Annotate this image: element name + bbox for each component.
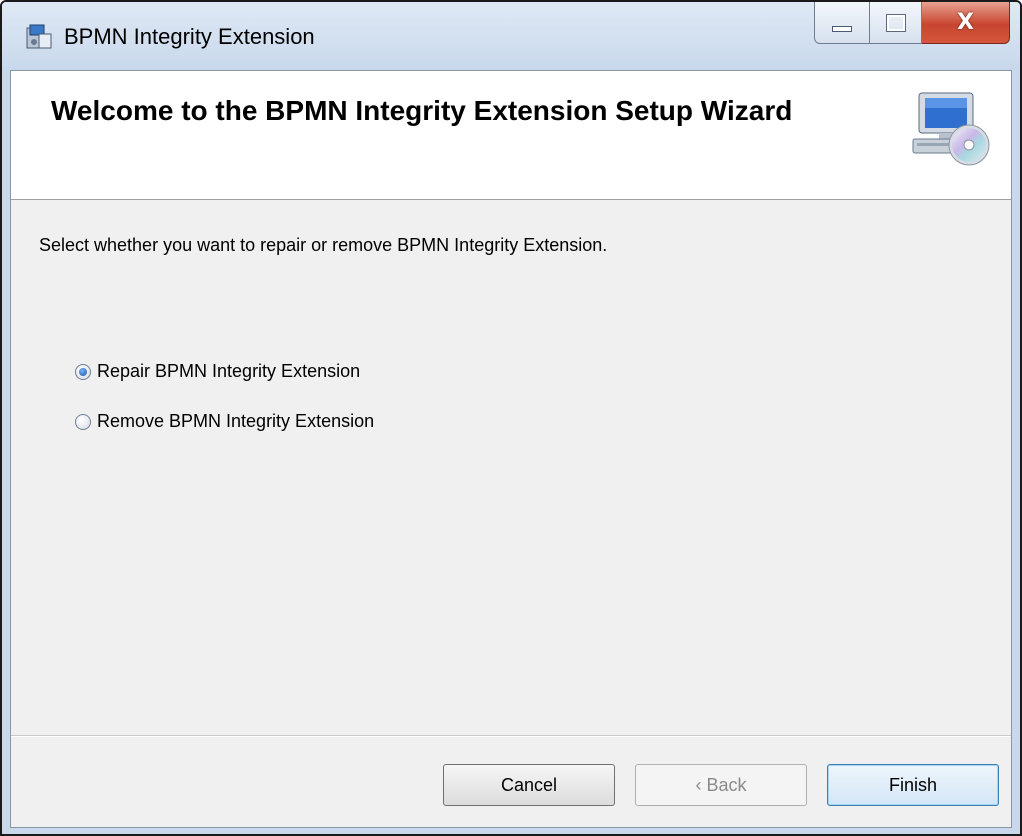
instruction-text: Select whether you want to repair or rem… [39, 235, 608, 255]
repair-option-label: Repair BPMN Integrity Extension [97, 361, 361, 381]
back-button[interactable]: ‹ Back [635, 764, 807, 806]
caption-buttons: X [814, 2, 1010, 46]
close-icon: X [957, 10, 974, 35]
window-title: BPMN Integrity Extension [64, 24, 315, 49]
repair-option[interactable]: Repair BPMN Integrity Extension [75, 361, 360, 382]
button-bar: Cancel ‹ Back Finish [11, 735, 1011, 827]
remove-option-label: Remove BPMN Integrity Extension [97, 411, 375, 431]
finish-button[interactable]: Finish [827, 764, 999, 806]
wizard-banner: Welcome to the BPMN Integrity Extension … [11, 71, 1011, 200]
setup-window: BPMN Integrity Extension X Welcome to th… [0, 0, 1022, 836]
computer-cd-icon [909, 87, 993, 171]
installer-package-icon [24, 22, 54, 52]
maximize-button[interactable] [870, 2, 922, 44]
banner-title: Welcome to the BPMN Integrity Extension … [51, 95, 793, 126]
repair-radio[interactable] [75, 363, 91, 380]
minimize-icon [832, 25, 852, 32]
dialog-content: Welcome to the BPMN Integrity Extension … [10, 70, 1012, 828]
close-button[interactable]: X [922, 2, 1010, 44]
cancel-button[interactable]: Cancel [443, 764, 615, 806]
title-bar[interactable]: BPMN Integrity Extension X [2, 2, 1020, 70]
remove-radio[interactable] [75, 413, 91, 430]
minimize-button[interactable] [814, 2, 870, 44]
maximize-icon [885, 13, 906, 32]
remove-option[interactable]: Remove BPMN Integrity Extension [75, 411, 374, 432]
